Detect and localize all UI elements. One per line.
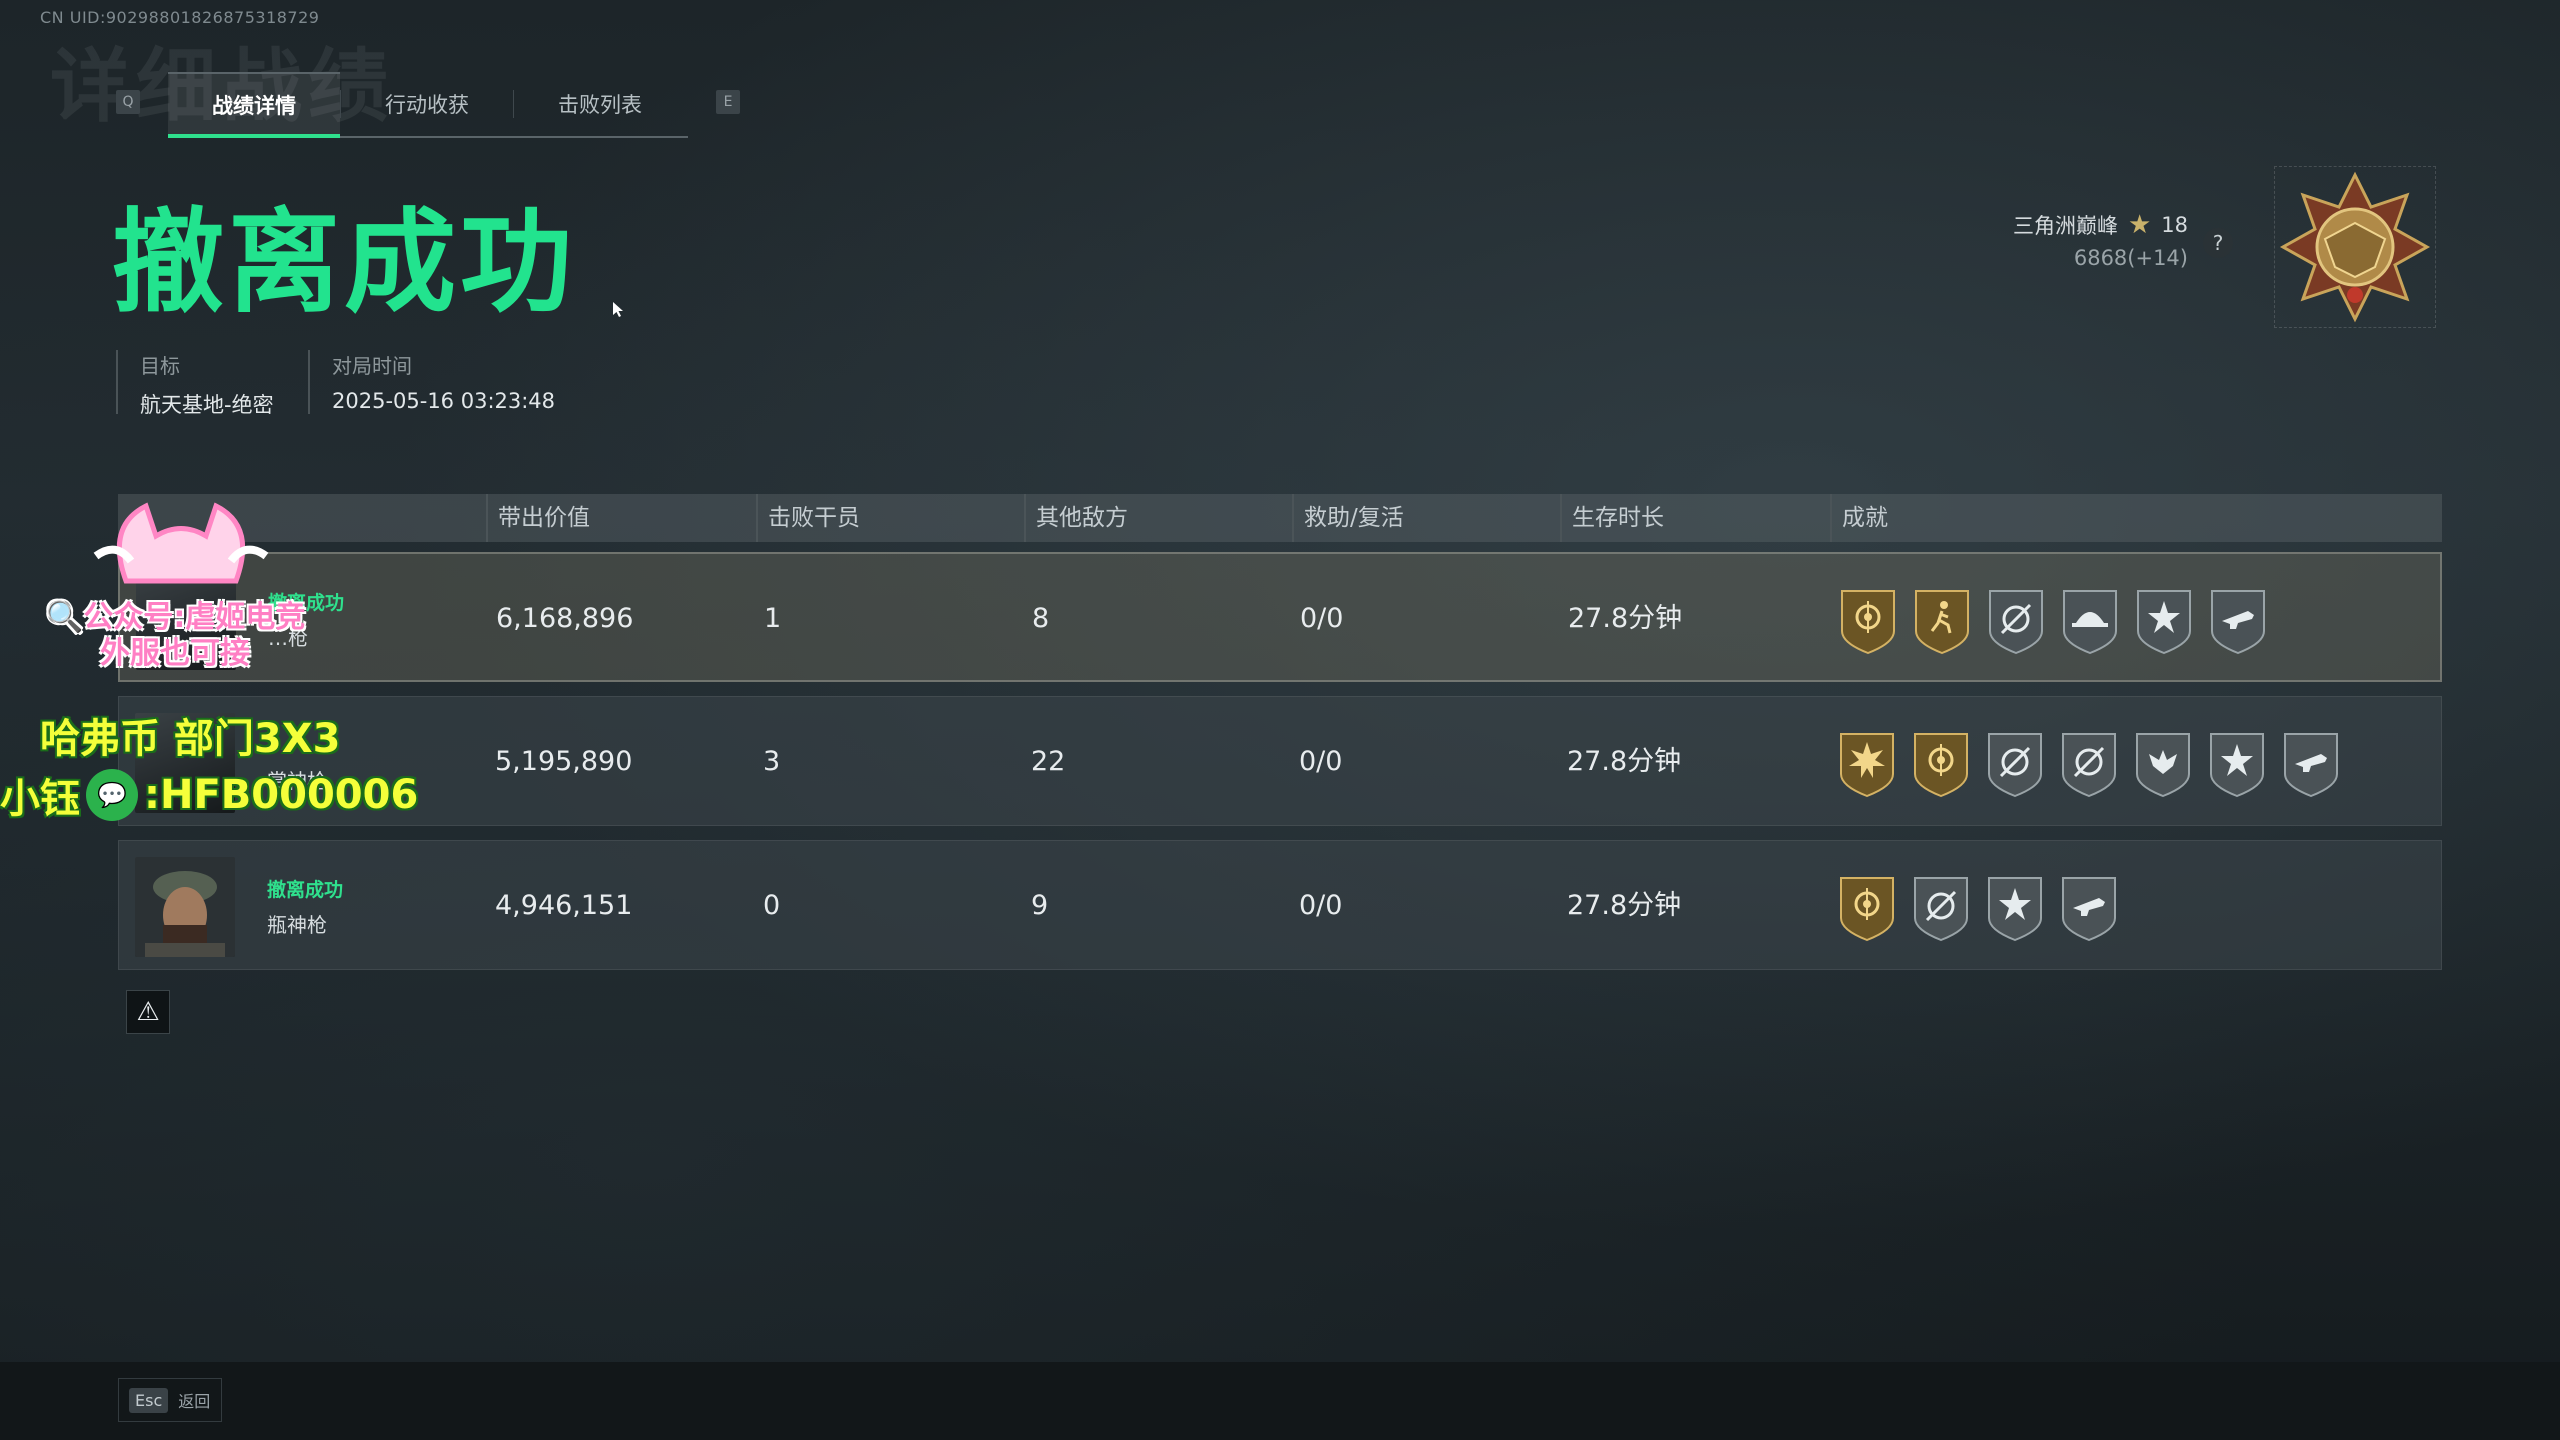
silver-helmet-icon[interactable] [2060,587,2120,655]
survival-time: 27.8分钟 [1567,746,1682,777]
gold-target-icon[interactable] [1837,874,1897,942]
promo-wechat-account: 🔍公众号:虐姬电竞 [46,600,306,635]
player-row[interactable]: 撤离成功 瓶神枪 4,946,151 0 9 0/0 27.8分钟 [118,840,2442,970]
achievement-list [1837,874,2119,942]
tab-loot[interactable]: 行动收获 [341,72,513,136]
promo-text-pink: 🔍公众号:虐姬电竞 外服也可接 [46,600,305,672]
player-row[interactable]: 赏神枪 5,195,890 3 22 0/0 27.8分钟 [118,696,2442,826]
operators-killed: 1 [764,603,782,634]
gold-target-icon[interactable] [1838,587,1898,655]
gold-target-icon[interactable] [1911,730,1971,798]
tab-kill-list[interactable]: 击败列表 [514,72,686,136]
other-enemies: 22 [1031,746,1066,777]
player-name: 瓶神枪 [267,913,327,937]
promo-foreign-server: 外服也可接 [100,636,250,671]
assist-revive: 0/0 [1299,890,1343,921]
player-row[interactable]: 撤离成功 …枪 6,168,896 1 8 0/0 27.8分钟 [118,552,2442,682]
operators-killed: 3 [763,746,781,777]
header-other-enemies: 其他敌方 [1024,494,1128,542]
promo-contact-line: 小钰 💬 :HFB000006 [0,766,418,824]
back-label: 返回 [178,1392,211,1411]
report-warning-button[interactable]: ⚠ [126,990,170,1034]
cat-ears-sticker-icon [93,502,269,584]
survival-time: 27.8分钟 [1567,890,1682,921]
assist-revive: 0/0 [1299,746,1343,777]
achievement-list [1838,587,2268,655]
extract-value: 4,946,151 [495,890,633,921]
gold-runner-icon[interactable] [1912,587,1972,655]
target-value: 航天基地-绝密 [140,393,274,417]
achievement-list [1837,730,2341,798]
silver-crosshair-icon[interactable] [2059,730,2119,798]
target-label: 目标 [140,354,180,378]
assist-revive: 0/0 [1300,603,1344,634]
silver-wings-icon[interactable] [2133,730,2193,798]
header-extract-value: 带出价值 [486,494,590,542]
star-icon: ★ [2127,210,2152,240]
stats-table-header: 带出价值 击败干员 其他敌方 救助/复活 生存时长 成就 [118,494,2442,542]
target-info: 目标 航天基地-绝密 [116,350,274,417]
other-enemies: 9 [1031,890,1049,921]
promo-contact-name: 小钰 [0,776,80,822]
back-button[interactable]: Esc 返回 [118,1378,222,1422]
silver-star-icon[interactable] [2207,730,2267,798]
header-assist-revive: 救助/复活 [1292,494,1404,542]
rank-stars: 18 [2161,213,2188,237]
match-time-info: 对局时间 2025-05-16 03:23:48 [308,350,555,414]
next-tab-key[interactable]: E [716,90,740,114]
rank-name: 三角洲巅峰 [2012,214,2118,238]
cursor-icon [613,302,623,317]
silver-gun-icon[interactable] [2281,730,2341,798]
extract-value: 5,195,890 [495,746,633,777]
prev-tab-key[interactable]: Q [116,90,140,114]
tab-bar: 战绩详情 行动收获 击败列表 [168,72,688,138]
help-button[interactable]: ? [2203,228,2233,258]
match-time-label: 对局时间 [332,354,412,378]
extract-value: 6,168,896 [496,603,634,634]
gold-burst-icon[interactable] [1837,730,1897,798]
rank-panel: 三角洲巅峰 ★ 18 6868(+14) [2013,210,2188,270]
tab-battle-details[interactable]: 战绩详情 [168,72,340,138]
operators-killed: 0 [763,890,781,921]
promo-currency-line: 哈弗币 部门3X3 [40,716,341,762]
survival-time: 27.8分钟 [1568,603,1683,634]
silver-star-icon[interactable] [2134,587,2194,655]
header-survival-time: 生存时长 [1560,494,1664,542]
esc-key: Esc [129,1387,169,1413]
silver-crosshair-icon[interactable] [1986,587,2046,655]
silver-star-icon[interactable] [1985,874,2045,942]
promo-contact-id: :HFB000006 [144,772,419,818]
header-achievements: 成就 [1830,494,1888,542]
header-operators-killed: 击败干员 [756,494,860,542]
silver-gun-icon[interactable] [2059,874,2119,942]
rank-score: 6868(+14) [2073,246,2188,270]
match-time-value: 2025-05-16 03:23:48 [332,389,556,413]
silver-crosshair-icon[interactable] [1985,730,2045,798]
player-status: 撤离成功 [267,879,344,901]
wechat-icon: 💬 [86,769,138,821]
other-enemies: 8 [1032,603,1050,634]
footer-bar [0,1362,2560,1440]
player-avatar [135,857,235,957]
silver-gun-icon[interactable] [2208,587,2268,655]
rank-badge-icon [2274,166,2436,328]
silver-crosshair-icon[interactable] [1911,874,1971,942]
result-title: 撤离成功 [112,198,576,328]
